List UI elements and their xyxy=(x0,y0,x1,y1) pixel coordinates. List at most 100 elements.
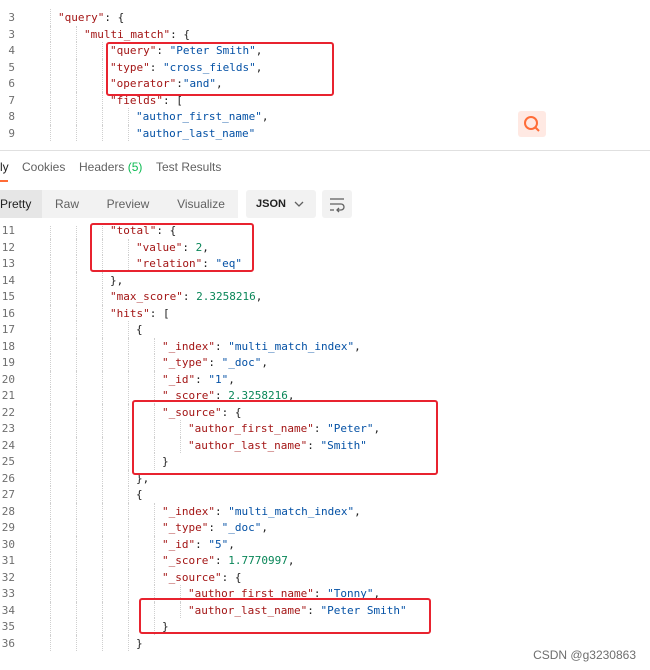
code-line: 15 "max_score": 2.3258216, xyxy=(0,288,650,305)
preview-button[interactable]: Preview xyxy=(92,190,164,218)
indent-guide xyxy=(76,124,77,141)
indent-guide xyxy=(50,91,51,108)
tab-cookies[interactable]: Cookies xyxy=(22,160,65,174)
indent-guide xyxy=(76,535,77,552)
code-line: 17 { xyxy=(0,321,650,338)
code-text: "author_last_name" xyxy=(136,126,256,140)
indent-guide xyxy=(102,618,103,635)
indent-guide xyxy=(76,469,77,486)
indent-guide xyxy=(76,453,77,470)
raw-button[interactable]: Raw xyxy=(42,190,92,218)
indent-guide xyxy=(102,486,103,503)
indent-guide xyxy=(50,42,51,59)
tab-test-results[interactable]: Test Results xyxy=(156,160,221,174)
indent-guide xyxy=(76,502,77,519)
indent-guide xyxy=(102,502,103,519)
indent-guide xyxy=(50,585,51,602)
highlight-source-hit-1 xyxy=(132,400,438,475)
indent-guide xyxy=(50,225,51,239)
code-line: 14}, xyxy=(0,272,650,289)
indent-guide xyxy=(154,370,155,387)
code-text: "_index": "multi_match_index", xyxy=(162,339,361,353)
indent-guide xyxy=(76,225,77,239)
line-number: 33 xyxy=(1,587,15,600)
indent-guide xyxy=(102,568,103,585)
visualize-button[interactable]: Visualize xyxy=(164,190,238,218)
tab-body[interactable]: ly xyxy=(0,160,9,174)
indent-guide xyxy=(102,58,103,75)
indent-guide xyxy=(76,486,77,503)
indent-guide xyxy=(128,634,129,651)
indent-guide xyxy=(50,370,51,387)
pretty-button[interactable]: Pretty xyxy=(0,190,42,218)
indent-guide xyxy=(76,75,77,92)
indent-guide xyxy=(50,403,51,420)
indent-guide xyxy=(50,387,51,404)
format-select[interactable]: JSON xyxy=(246,190,316,218)
indent-guide xyxy=(102,535,103,552)
indent-guide xyxy=(102,288,103,305)
indent-guide xyxy=(128,403,129,420)
code-line: 9 "author_last_name" xyxy=(0,125,650,142)
indent-guide xyxy=(154,337,155,354)
code-line: 16 "hits": [ xyxy=(0,305,650,322)
indent-guide xyxy=(50,25,51,42)
indent-guide xyxy=(102,519,103,536)
indent-guide xyxy=(128,436,129,453)
indent-guide xyxy=(76,288,77,305)
line-number: 5 xyxy=(8,60,15,74)
code-line: 8 "author_first_name", xyxy=(0,108,650,125)
indent-guide xyxy=(128,502,129,519)
indent-guide xyxy=(76,42,77,59)
indent-guide xyxy=(128,420,129,437)
indent-guide xyxy=(50,502,51,519)
indent-guide xyxy=(50,255,51,272)
indent-guide xyxy=(128,453,129,470)
line-number: 12 xyxy=(1,240,15,254)
indent-guide xyxy=(128,387,129,404)
indent-guide xyxy=(102,321,103,338)
indent-guide xyxy=(128,552,129,569)
indent-guide xyxy=(76,585,77,602)
indent-guide xyxy=(76,321,77,338)
line-number: 27 xyxy=(1,488,15,501)
code-line: 3 "multi_match": { xyxy=(0,26,650,43)
code-line: 30 "_id": "5", xyxy=(0,536,650,553)
response-tabs: ly Cookies Headers (5) Test Results xyxy=(0,150,650,184)
indent-guide xyxy=(50,271,51,288)
line-number: 7 xyxy=(8,93,15,107)
line-number: 22 xyxy=(1,405,15,419)
code-text: "_type": "_doc", xyxy=(162,521,268,534)
indent-guide xyxy=(128,321,129,338)
line-number: 35 xyxy=(1,620,15,633)
line-number: 28 xyxy=(1,504,15,518)
indent-guide xyxy=(76,552,77,569)
line-number: 23 xyxy=(1,422,15,435)
indent-guide xyxy=(76,91,77,108)
wrap-lines-button[interactable] xyxy=(322,190,352,218)
indent-guide xyxy=(102,124,103,141)
indent-guide xyxy=(50,519,51,536)
indent-guide xyxy=(76,403,77,420)
tab-headers[interactable]: Headers (5) xyxy=(79,160,142,174)
code-line: 29 "_type": "_doc", xyxy=(0,519,650,536)
line-number: 3 xyxy=(8,11,15,24)
indent-guide xyxy=(102,585,103,602)
code-text: "_score": 1.7770997, xyxy=(162,554,295,567)
indent-guide xyxy=(50,337,51,354)
indent-guide xyxy=(50,288,51,305)
highlight-request-params xyxy=(106,42,334,96)
indent-guide xyxy=(50,436,51,453)
indent-guide xyxy=(76,255,77,272)
indent-guide xyxy=(50,469,51,486)
indent-guide xyxy=(50,304,51,321)
line-number: 24 xyxy=(1,438,15,452)
line-number: 31 xyxy=(1,554,15,567)
indent-guide xyxy=(154,535,155,552)
tab-headers-label: Headers xyxy=(79,160,125,174)
indent-guide xyxy=(76,238,77,255)
search-button[interactable] xyxy=(518,111,546,137)
indent-guide xyxy=(102,634,103,651)
indent-guide xyxy=(128,370,129,387)
indent-guide xyxy=(128,354,129,371)
